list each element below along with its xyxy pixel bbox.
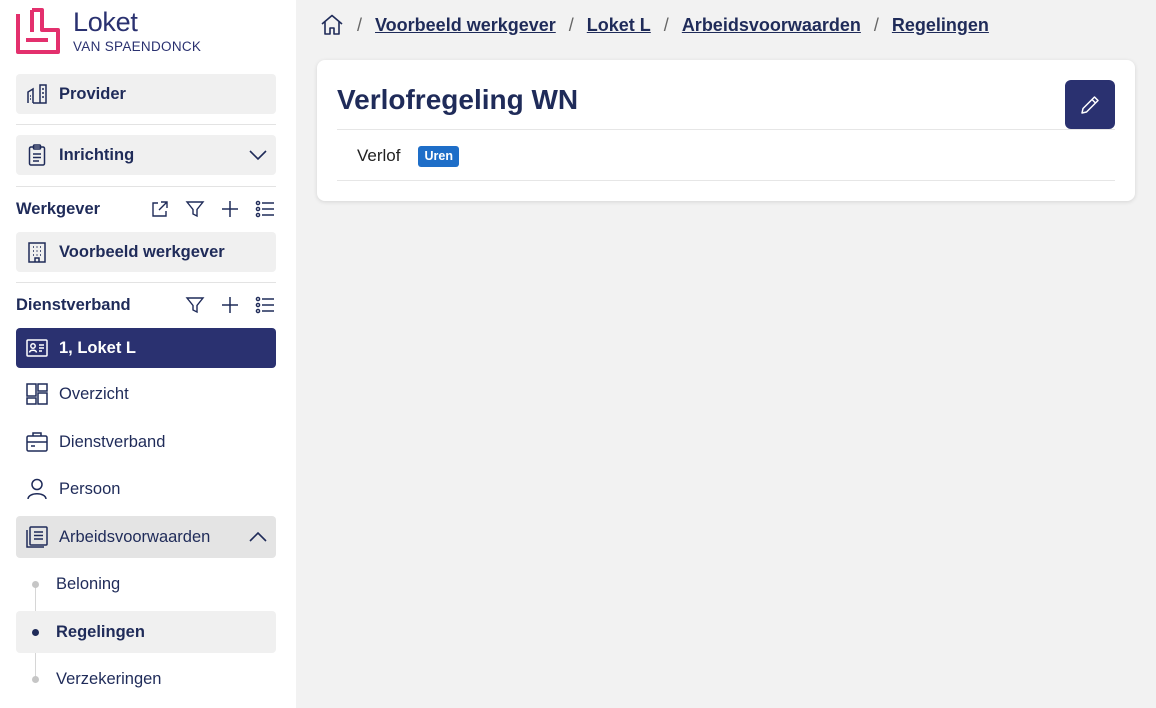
list-icon[interactable] xyxy=(254,198,276,220)
logo[interactable]: Loket VAN SPAENDONCK xyxy=(16,8,201,56)
edit-button[interactable] xyxy=(1065,80,1115,129)
werkgever-tools xyxy=(149,198,276,220)
sub-item-label: Regelingen xyxy=(56,622,145,641)
werkgever-title: Werkgever xyxy=(16,199,101,218)
sub-item-label: Beloning xyxy=(56,574,121,593)
provider-button[interactable]: Provider xyxy=(16,74,276,114)
werkgever-item[interactable]: Voorbeeld werkgever xyxy=(16,232,276,272)
breadcrumb-separator: / xyxy=(357,14,363,35)
inrichting-label: Inrichting xyxy=(59,145,135,164)
dienstverband-header: Dienstverband xyxy=(16,291,276,319)
tree-dot xyxy=(32,629,39,636)
loket-logo-icon xyxy=(16,8,60,54)
nav-item-label: Persoon xyxy=(59,479,121,498)
breadcrumb-link[interactable]: Voorbeeld werkgever xyxy=(375,15,556,36)
filter-icon[interactable] xyxy=(184,294,206,316)
logo-title: Loket xyxy=(73,7,138,37)
person-icon xyxy=(24,476,50,502)
row-name: Verlof xyxy=(357,146,401,165)
card-row[interactable]: Verlof Uren xyxy=(357,144,459,168)
document-list-icon xyxy=(24,524,50,550)
nav-item-label: Overzicht xyxy=(59,384,129,403)
briefcase-icon xyxy=(24,429,50,455)
provider-label: Provider xyxy=(59,84,126,103)
divider xyxy=(16,124,276,125)
tree-dot xyxy=(32,581,39,588)
dienstverband-active-label: 1, Loket L xyxy=(59,338,137,357)
divider xyxy=(16,282,276,283)
sidebar: Loket VAN SPAENDONCK Provider Inrichting… xyxy=(0,0,296,708)
plus-icon[interactable] xyxy=(219,294,241,316)
share-icon[interactable] xyxy=(149,198,171,220)
pencil-icon xyxy=(1081,95,1099,114)
card-title: Verlofregeling WN xyxy=(337,84,579,115)
breadcrumb-link[interactable]: Arbeidsvoorwaarden xyxy=(682,15,861,36)
breadcrumb-separator: / xyxy=(663,14,669,35)
home-icon[interactable] xyxy=(320,13,344,37)
sub-item-regelingen[interactable]: Regelingen xyxy=(16,611,276,653)
list-icon[interactable] xyxy=(254,294,276,316)
divider xyxy=(16,186,276,187)
logo-subtitle: VAN SPAENDONCK xyxy=(73,39,202,54)
building-icon xyxy=(24,239,50,265)
dienstverband-title: Dienstverband xyxy=(16,295,131,314)
id-card-icon xyxy=(24,335,50,361)
filter-icon[interactable] xyxy=(184,198,206,220)
chevron-down-icon xyxy=(249,150,267,161)
nav-item-overzicht[interactable]: Overzicht xyxy=(16,374,276,414)
breadcrumb-link[interactable]: Regelingen xyxy=(892,15,989,36)
nav-item-dienstverband[interactable]: Dienstverband xyxy=(16,422,276,462)
regeling-card: Verlofregeling WN Verlof Uren xyxy=(317,60,1135,201)
card-divider xyxy=(337,129,1115,130)
factory-icon xyxy=(24,81,50,107)
dienstverband-active-item[interactable]: 1, Loket L xyxy=(16,328,276,368)
nav-item-arbeidsvoorwaarden[interactable]: Arbeidsvoorwaarden xyxy=(16,516,276,558)
nav-item-label: Dienstverband xyxy=(59,432,166,451)
werkgever-header: Werkgever xyxy=(16,195,276,223)
inrichting-dropdown[interactable]: Inrichting xyxy=(16,135,276,175)
sub-item-label: Verzekeringen xyxy=(56,669,162,688)
breadcrumb-separator: / xyxy=(873,14,879,35)
nav-item-persoon[interactable]: Persoon xyxy=(16,469,276,509)
clipboard-icon xyxy=(24,142,50,168)
sub-item-verzekeringen[interactable]: Verzekeringen xyxy=(16,658,276,700)
card-divider xyxy=(337,180,1115,181)
breadcrumb: / Voorbeeld werkgever / Loket L / Arbeid… xyxy=(320,12,989,38)
breadcrumb-separator: / xyxy=(568,14,574,35)
logo-text: Loket VAN SPAENDONCK xyxy=(73,8,201,55)
breadcrumb-link[interactable]: Loket L xyxy=(587,15,651,36)
plus-icon[interactable] xyxy=(219,198,241,220)
chevron-up-icon xyxy=(249,531,267,542)
nav-item-label: Arbeidsvoorwaarden xyxy=(59,527,211,546)
uren-badge: Uren xyxy=(418,145,459,167)
dienstverband-tools xyxy=(184,294,276,316)
tree-dot xyxy=(32,676,39,683)
sub-item-beloning[interactable]: Beloning xyxy=(16,563,276,605)
werkgever-item-label: Voorbeeld werkgever xyxy=(59,242,225,261)
dashboard-icon xyxy=(24,381,50,407)
